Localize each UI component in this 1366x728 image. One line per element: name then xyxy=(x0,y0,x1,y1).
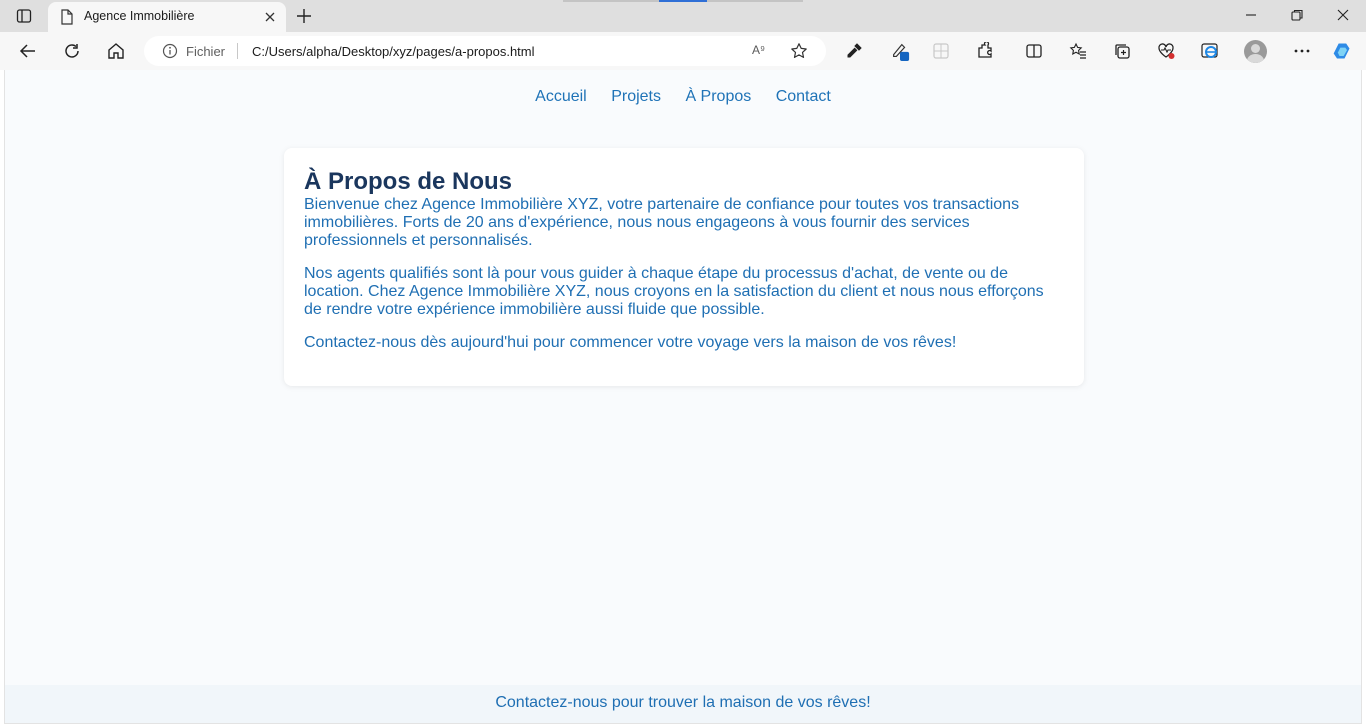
browser-toolbar: Fichier C:/Users/alpha/Desktop/xyz/pages… xyxy=(0,32,1366,70)
restore-icon[interactable] xyxy=(1290,8,1304,27)
tab-actions-icon[interactable] xyxy=(10,6,38,26)
collections-icon[interactable] xyxy=(1112,41,1132,61)
nav-link-accueil[interactable]: Accueil xyxy=(535,88,587,106)
minimize-icon[interactable] xyxy=(1244,8,1258,27)
back-icon[interactable] xyxy=(18,41,38,61)
eyedropper-icon[interactable] xyxy=(844,41,864,61)
nav-link-projets[interactable]: Projets xyxy=(611,88,661,106)
pen-icon[interactable] xyxy=(890,41,910,61)
favorite-star-icon[interactable] xyxy=(790,42,808,65)
site-footer: Contactez-nous pour trouver la maison de… xyxy=(5,685,1361,723)
tab-strip-accent xyxy=(563,0,803,2)
address-separator xyxy=(237,43,238,59)
address-bar[interactable]: Fichier C:/Users/alpha/Desktop/xyz/pages… xyxy=(144,36,826,66)
about-card: À Propos de Nous Bienvenue chez Agence I… xyxy=(284,148,1084,386)
close-icon[interactable] xyxy=(264,10,276,28)
refresh-icon[interactable] xyxy=(62,41,82,61)
window-close-icon[interactable] xyxy=(1336,8,1350,27)
page-icon xyxy=(60,9,74,30)
internet-explorer-icon[interactable] xyxy=(1200,41,1220,61)
more-icon[interactable] xyxy=(1292,41,1312,61)
favorites-icon[interactable] xyxy=(1068,41,1088,61)
grid-icon[interactable] xyxy=(931,41,951,61)
page-title: À Propos de Nous xyxy=(304,168,513,195)
split-screen-icon[interactable] xyxy=(1024,41,1044,61)
url-text[interactable]: C:/Users/alpha/Desktop/xyz/pages/a-propo… xyxy=(252,44,535,59)
profile-icon[interactable] xyxy=(1244,40,1267,63)
security-label: Fichier xyxy=(186,44,226,59)
performance-icon[interactable] xyxy=(1156,41,1176,61)
intro-paragraph: Bienvenue chez Agence Immobilière XYZ, v… xyxy=(304,196,1020,249)
tab-strip: Agence Immobilière xyxy=(0,0,1366,32)
agents-paragraph: Nos agents qualifiés sont là pour vous g… xyxy=(304,265,1044,318)
copilot-icon[interactable] xyxy=(1332,41,1352,61)
home-icon[interactable] xyxy=(106,41,126,61)
extensions-icon[interactable] xyxy=(975,41,995,61)
browser-tab[interactable]: Agence Immobilière xyxy=(48,2,286,32)
page-viewport: Accueil Projets À Propos Contact À Propo… xyxy=(4,70,1362,724)
info-icon[interactable] xyxy=(162,43,178,64)
tab-title: Agence Immobilière xyxy=(84,9,195,23)
footer-text: Contactez-nous pour trouver la maison de… xyxy=(495,694,871,711)
read-aloud-icon[interactable]: A⁹ xyxy=(752,43,765,57)
nav-link-contact[interactable]: Contact xyxy=(776,88,831,106)
nav-link-a-propos[interactable]: À Propos xyxy=(685,88,751,106)
site-nav: Accueil Projets À Propos Contact xyxy=(5,88,1361,106)
plus-icon[interactable] xyxy=(294,6,314,31)
contact-paragraph: Contactez-nous dès aujourd'hui pour comm… xyxy=(304,334,957,351)
